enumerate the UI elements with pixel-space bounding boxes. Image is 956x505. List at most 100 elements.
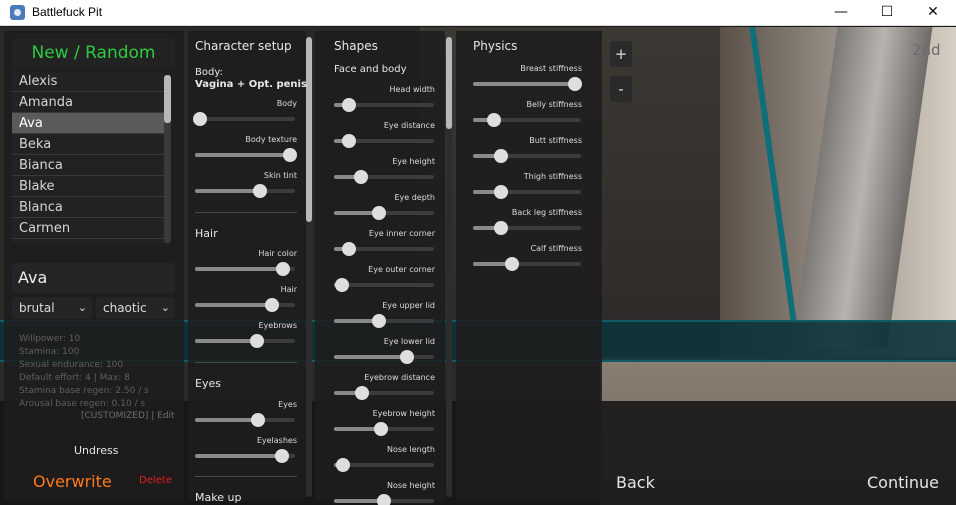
slider-knob[interactable] (265, 298, 279, 312)
character-list-item[interactable]: Beka (12, 134, 164, 155)
slider-track[interactable] (334, 386, 434, 400)
chevron-down-icon: ⌄ (160, 301, 170, 314)
slider-label: Head width (389, 85, 435, 94)
shapes-scrollbar[interactable] (446, 37, 452, 497)
slider-knob[interactable] (355, 386, 369, 400)
slider-knob[interactable] (342, 242, 356, 256)
undress-button[interactable]: Undress (74, 444, 119, 457)
zoom-out-button[interactable]: - (610, 76, 632, 102)
slider-knob[interactable] (283, 148, 297, 162)
overwrite-button[interactable]: Overwrite (33, 472, 112, 491)
slider-track[interactable] (195, 148, 297, 162)
delete-button[interactable]: Delete (139, 475, 172, 486)
continue-button[interactable]: Continue (867, 473, 939, 492)
back-button[interactable]: Back (616, 473, 655, 492)
eyes-title: Eyes (195, 377, 221, 390)
slider-knob[interactable] (400, 350, 414, 364)
zoom-in-button[interactable]: + (610, 41, 632, 67)
scrollbar-thumb[interactable] (164, 75, 171, 123)
slider-fill (195, 303, 272, 307)
slider-track[interactable] (334, 206, 434, 220)
slider-fill (195, 418, 258, 422)
alignment-dropdown[interactable]: chaotic ⌄ (96, 297, 175, 319)
slider-fill (195, 339, 257, 343)
slider-knob[interactable] (336, 458, 350, 472)
customized-edit-link[interactable]: [CUSTOMIZED] | Edit (81, 411, 175, 421)
setup-scrollbar[interactable] (306, 37, 312, 497)
body-value: Vagina + Opt. penis (195, 79, 307, 90)
slider-knob[interactable] (494, 221, 509, 235)
slider-label: Eye outer corner (368, 265, 435, 274)
slider-track[interactable] (473, 77, 582, 91)
character-list-scrollbar[interactable] (164, 75, 171, 243)
slider-knob[interactable] (250, 334, 264, 348)
slider-knob[interactable] (335, 278, 349, 292)
divider (195, 476, 297, 477)
slider-track[interactable] (473, 185, 581, 199)
maximize-button[interactable]: ☐ (864, 0, 910, 26)
slider-knob[interactable] (354, 170, 368, 184)
slider-knob[interactable] (342, 134, 356, 148)
character-list-item[interactable]: Ava (12, 113, 164, 134)
slider-knob[interactable] (253, 184, 267, 198)
body-type: Body: Vagina + Opt. penis (195, 67, 307, 91)
slider-label: Back leg stiffness (511, 208, 582, 217)
character-list-item[interactable]: Bianca (12, 155, 164, 176)
close-button[interactable]: ✕ (910, 0, 956, 26)
slider-knob[interactable] (374, 422, 388, 436)
slider-track[interactable] (334, 458, 434, 472)
slider-label: Hair color (258, 249, 297, 258)
character-list-item[interactable]: Carmen (12, 218, 164, 239)
slider-track[interactable] (334, 350, 434, 364)
scrollbar-thumb[interactable] (306, 37, 312, 222)
character-setup-title: Character setup (195, 39, 292, 53)
slider-track[interactable] (195, 262, 295, 276)
slider-track[interactable] (473, 149, 581, 163)
scrollbar-thumb[interactable] (446, 37, 452, 129)
personality-dropdown[interactable]: brutal ⌄ (12, 297, 92, 319)
slider-knob[interactable] (342, 98, 356, 112)
slider-knob[interactable] (494, 149, 509, 163)
personality-value: brutal (19, 301, 55, 315)
slider-track[interactable] (473, 221, 581, 235)
slider-track[interactable] (334, 134, 434, 148)
character-list-item[interactable]: Blake (12, 176, 164, 197)
slider-knob[interactable] (251, 413, 265, 427)
slider-track[interactable] (195, 298, 295, 312)
slider-track[interactable] (195, 449, 295, 463)
character-list-item[interactable]: Alexis (12, 71, 164, 92)
slider-knob[interactable] (494, 185, 509, 199)
slider-knob[interactable] (377, 494, 391, 505)
shapes-subtitle: Face and body (334, 64, 407, 75)
slider-track[interactable] (193, 112, 295, 126)
slider-track[interactable] (334, 278, 434, 292)
slider-track[interactable] (334, 98, 434, 112)
slider-track[interactable] (195, 184, 295, 198)
slider-track[interactable] (195, 334, 295, 348)
app-icon (10, 5, 25, 20)
slider-knob[interactable] (567, 77, 582, 91)
character-list: Alexis Amanda Ava Beka Bianca Blake Blanca Carm… (12, 71, 164, 243)
character-list-item[interactable]: Amanda (12, 92, 164, 113)
slider-track[interactable] (473, 257, 581, 271)
slider-knob[interactable] (372, 206, 386, 220)
slider-knob[interactable] (276, 262, 290, 276)
minimize-button[interactable]: — (818, 0, 864, 26)
character-list-item[interactable]: Blanca (12, 197, 164, 218)
slider-fill (195, 454, 282, 458)
divider (195, 212, 297, 213)
slider-track[interactable] (334, 494, 434, 505)
slider-knob[interactable] (504, 257, 519, 271)
slider-track[interactable] (334, 170, 434, 184)
slider-knob[interactable] (486, 113, 501, 127)
slider-track[interactable] (334, 422, 434, 436)
slider-knob[interactable] (372, 314, 386, 328)
slider-track[interactable] (334, 242, 434, 256)
slider-knob[interactable] (275, 449, 289, 463)
character-name-field[interactable]: Ava (12, 263, 175, 293)
slider-knob[interactable] (193, 112, 207, 126)
slider-track[interactable] (334, 314, 434, 328)
slider-track[interactable] (473, 113, 581, 127)
slider-track[interactable] (195, 413, 295, 427)
new-random-button[interactable]: New / Random (12, 38, 175, 69)
